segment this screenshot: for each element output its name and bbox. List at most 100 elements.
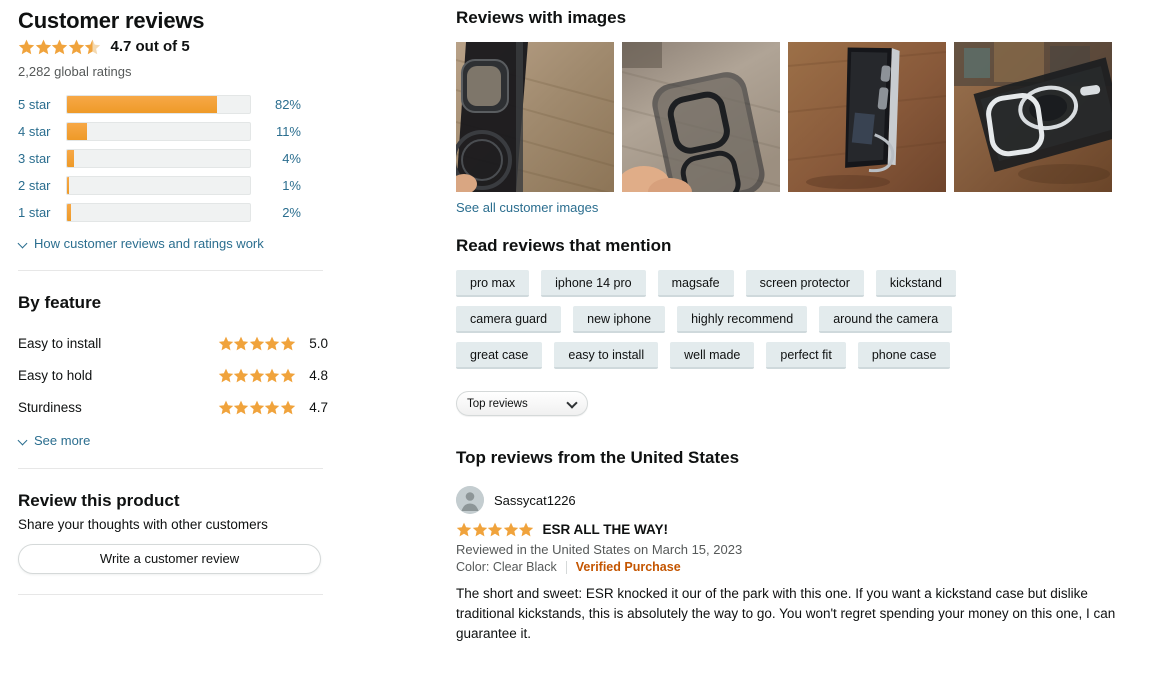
overall-rating-row: 4.7 out of 5 [18,38,328,55]
feature-ratings-list: Easy to install 5.0 Easy to hold 4.8 Sturdin… [18,327,328,423]
avatar [456,486,484,514]
phone-case-closeup-on-wood-thumbnail [456,42,614,192]
review-this-product-title: Review this product [18,491,180,510]
feature-name: Sturdiness [18,399,82,415]
histogram-star-label[interactable]: 5 star [18,97,66,112]
star-icon [218,400,234,415]
keyword-chip[interactable]: great case [456,342,543,369]
feature-value: 5.0 [309,335,328,351]
star-icon [503,522,519,537]
star-icon [18,39,35,55]
overall-rating-text: 4.7 out of 5 [110,38,190,55]
star-icon [51,39,68,55]
histogram-star-label[interactable]: 2 star [18,178,66,193]
keyword-chip[interactable]: iphone 14 pro [541,270,646,297]
star-icon [472,522,488,537]
clear-case-held-in-hand-thumbnail [622,42,780,192]
keyword-chip[interactable]: screen protector [745,270,864,297]
phone-standing-on-kickstand-thumbnail [788,42,946,192]
histogram-row: 1 star 2% [18,199,320,226]
histogram-bar-fill [67,123,88,140]
overall-rating-stars[interactable] [18,39,101,55]
sort-control-wrapper: Top reviews [456,391,1156,416]
verified-purchase-badge[interactable]: Verified Purchase [576,560,681,574]
star-icon [249,336,265,351]
keyword-chip[interactable]: kickstand [875,270,956,297]
histogram-bar-fill [67,96,218,113]
star-icon [218,368,234,383]
page-title: Customer reviews [18,8,205,33]
keyword-chip-list: pro max iphone 14 pro magsafe screen protec… [456,270,1016,369]
star-icon [280,336,296,351]
reviews-summary-column: Customer reviews 4.7 out of 5 2,282 glob… [18,8,328,595]
feature-rating-row: Sturdiness 4.7 [18,391,328,423]
histogram-bar[interactable] [66,122,251,141]
star-icon [233,400,249,415]
keyword-chip[interactable]: phone case [857,342,951,369]
reviews-with-images-title: Reviews with images [456,8,627,27]
review-date: Reviewed in the United States on March 1… [456,542,743,557]
histogram-percent[interactable]: 2% [251,205,301,220]
feature-value: 4.7 [309,399,328,415]
reviews-list: Sassycat1226 ESR ALL THE WAY! Reviewed in … [456,486,1156,644]
keyword-chip[interactable]: pro max [456,270,530,297]
review-rating-stars[interactable] [456,522,534,537]
review-title[interactable]: ESR ALL THE WAY! [543,522,669,537]
global-ratings-count: 2,282 global ratings [18,64,132,79]
how-reviews-work-link[interactable]: How customer reviews and ratings work [18,236,328,251]
histogram-bar-fill [67,177,70,194]
see-all-customer-images-link[interactable]: See all customer images [456,200,598,215]
star-icon [518,522,534,537]
histogram-percent[interactable]: 11% [251,124,301,139]
keyword-chip[interactable]: magsafe [657,270,734,297]
customer-image-thumbnail[interactable] [456,42,614,192]
histogram-percent[interactable]: 4% [251,151,301,166]
star-icon [280,400,296,415]
chevron-down-icon [567,399,577,409]
star-icon [218,336,234,351]
review-author-row[interactable]: Sassycat1226 [456,486,1156,514]
star-icon [249,368,265,383]
customer-image-thumbnail[interactable] [954,42,1112,192]
top-reviews-title: Top reviews from the United States [456,448,740,467]
star-icon [68,39,85,55]
see-more-features-link[interactable]: See more [18,433,328,448]
histogram-bar[interactable] [66,149,251,168]
feature-rating-row: Easy to hold 4.8 [18,359,328,391]
keyword-chip[interactable]: new iphone [573,306,666,333]
histogram-bar[interactable] [66,95,251,114]
review-body-text: The short and sweet: ESR knocked it our … [456,586,1116,641]
customer-reviews-page: Customer reviews 4.7 out of 5 2,282 glob… [0,0,1174,696]
review-color-variant[interactable]: Color: Clear Black [456,560,557,574]
chevron-down-icon [18,239,28,249]
divider [565,560,567,574]
histogram-percent[interactable]: 82% [251,97,301,112]
customer-image-thumbnail[interactable] [788,42,946,192]
histogram-bar[interactable] [66,203,251,222]
histogram-star-label[interactable]: 1 star [18,205,66,220]
keyword-chip[interactable]: camera guard [456,306,562,333]
histogram-percent[interactable]: 1% [251,178,301,193]
histogram-star-label[interactable]: 3 star [18,151,66,166]
customer-image-thumbnail[interactable] [622,42,780,192]
write-a-customer-review-button[interactable]: Write a customer review [18,544,321,574]
feature-name: Easy to install [18,335,102,351]
keyword-chip[interactable]: easy to install [554,342,659,369]
how-reviews-work-label: How customer reviews and ratings work [34,236,264,251]
histogram-row: 5 star 82% [18,91,320,118]
histogram-star-label[interactable]: 4 star [18,124,66,139]
divider [18,468,323,469]
sort-reviews-dropdown[interactable]: Top reviews [456,391,588,416]
keyword-chip[interactable]: perfect fit [766,342,846,369]
keyword-chip[interactable]: around the camera [819,306,953,333]
keyword-chip[interactable]: well made [670,342,755,369]
histogram-row: 3 star 4% [18,145,320,172]
star-icon [35,39,52,55]
histogram-bar[interactable] [66,176,251,195]
ratings-histogram: 5 star 82% 4 star 11% 3 star 4% 2 star 1% 1 star… [18,91,320,226]
histogram-row: 4 star 11% [18,118,320,145]
feature-value: 4.8 [309,367,328,383]
star-icon [249,400,265,415]
reviews-content-column: Reviews with images See all customer ima… [456,8,1156,644]
keyword-chip[interactable]: highly recommend [677,306,808,333]
